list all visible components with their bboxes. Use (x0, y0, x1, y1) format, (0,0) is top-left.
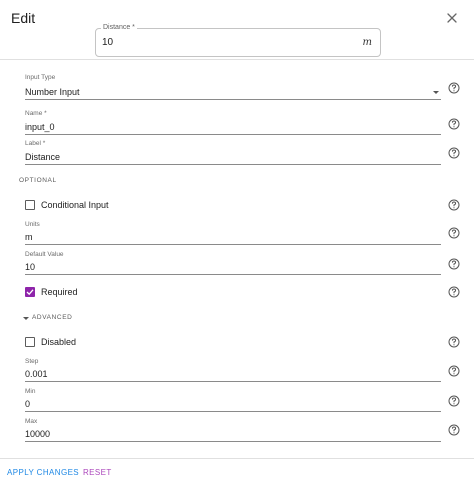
conditional-input-label: Conditional Input (41, 200, 109, 210)
name-field[interactable]: Name * input_0 (25, 110, 441, 135)
help-circle-icon[interactable] (448, 199, 460, 211)
input-type-value: Number Input (25, 87, 80, 97)
preview-unit: m (362, 37, 372, 48)
preview-label: Distance * (101, 23, 137, 33)
min-label: Min (25, 388, 36, 395)
help-circle-icon[interactable] (448, 286, 460, 298)
max-value: 10000 (25, 429, 51, 439)
preview-value: 10 (102, 37, 114, 48)
help-circle-icon[interactable] (448, 365, 460, 377)
dialog-header: Edit Distance * 10 m (0, 0, 474, 60)
help-circle-icon[interactable] (448, 395, 460, 407)
step-field[interactable]: Step 0.001 (25, 358, 441, 382)
name-value: input_0 (25, 122, 55, 132)
chevron-down-icon (433, 91, 439, 94)
apply-changes-button[interactable]: APPLY CHANGES (7, 468, 79, 477)
help-circle-icon[interactable] (448, 227, 460, 239)
disabled-checkbox[interactable] (25, 337, 35, 347)
close-icon[interactable] (444, 10, 460, 26)
units-value: m (25, 232, 33, 242)
optional-section-header[interactable]: OPTIONAL (19, 177, 57, 184)
help-circle-icon[interactable] (448, 424, 460, 436)
dialog-footer: APPLY CHANGES RESET (0, 458, 474, 486)
preview-distance-field[interactable]: Distance * 10 m (95, 23, 381, 57)
chevron-down-icon[interactable] (23, 317, 29, 320)
dialog-title: Edit (11, 10, 36, 26)
help-circle-icon[interactable] (448, 118, 460, 130)
min-field[interactable]: Min 0 (25, 388, 441, 412)
step-value: 0.001 (25, 369, 48, 379)
required-label: Required (41, 287, 78, 297)
check-icon (26, 289, 34, 296)
label-field[interactable]: Label * Distance (25, 140, 441, 165)
disabled-label: Disabled (41, 337, 77, 347)
label-label: Label * (25, 140, 46, 147)
max-field[interactable]: Max 10000 (25, 418, 441, 442)
units-label: Units (25, 221, 40, 228)
min-value: 0 (25, 399, 31, 409)
reset-button[interactable]: RESET (83, 468, 112, 477)
max-label: Max (25, 418, 38, 425)
default-value-label: Default Value (25, 251, 64, 258)
advanced-section-header[interactable]: ADVANCED (32, 314, 72, 321)
conditional-input-checkbox[interactable] (25, 200, 35, 210)
name-label: Name * (25, 110, 47, 117)
default-value-field[interactable]: Default Value 10 (25, 251, 441, 275)
input-type-label: Input Type (25, 74, 56, 81)
help-circle-icon[interactable] (448, 258, 460, 270)
units-field[interactable]: Units m (25, 221, 441, 245)
input-type-select[interactable]: Input Type Number Input (25, 74, 441, 100)
help-circle-icon[interactable] (448, 82, 460, 94)
default-value-value: 10 (25, 262, 36, 272)
label-value: Distance (25, 152, 61, 162)
help-circle-icon[interactable] (448, 336, 460, 348)
step-label: Step (25, 358, 39, 365)
required-checkbox[interactable] (25, 287, 35, 297)
help-circle-icon[interactable] (448, 147, 460, 159)
